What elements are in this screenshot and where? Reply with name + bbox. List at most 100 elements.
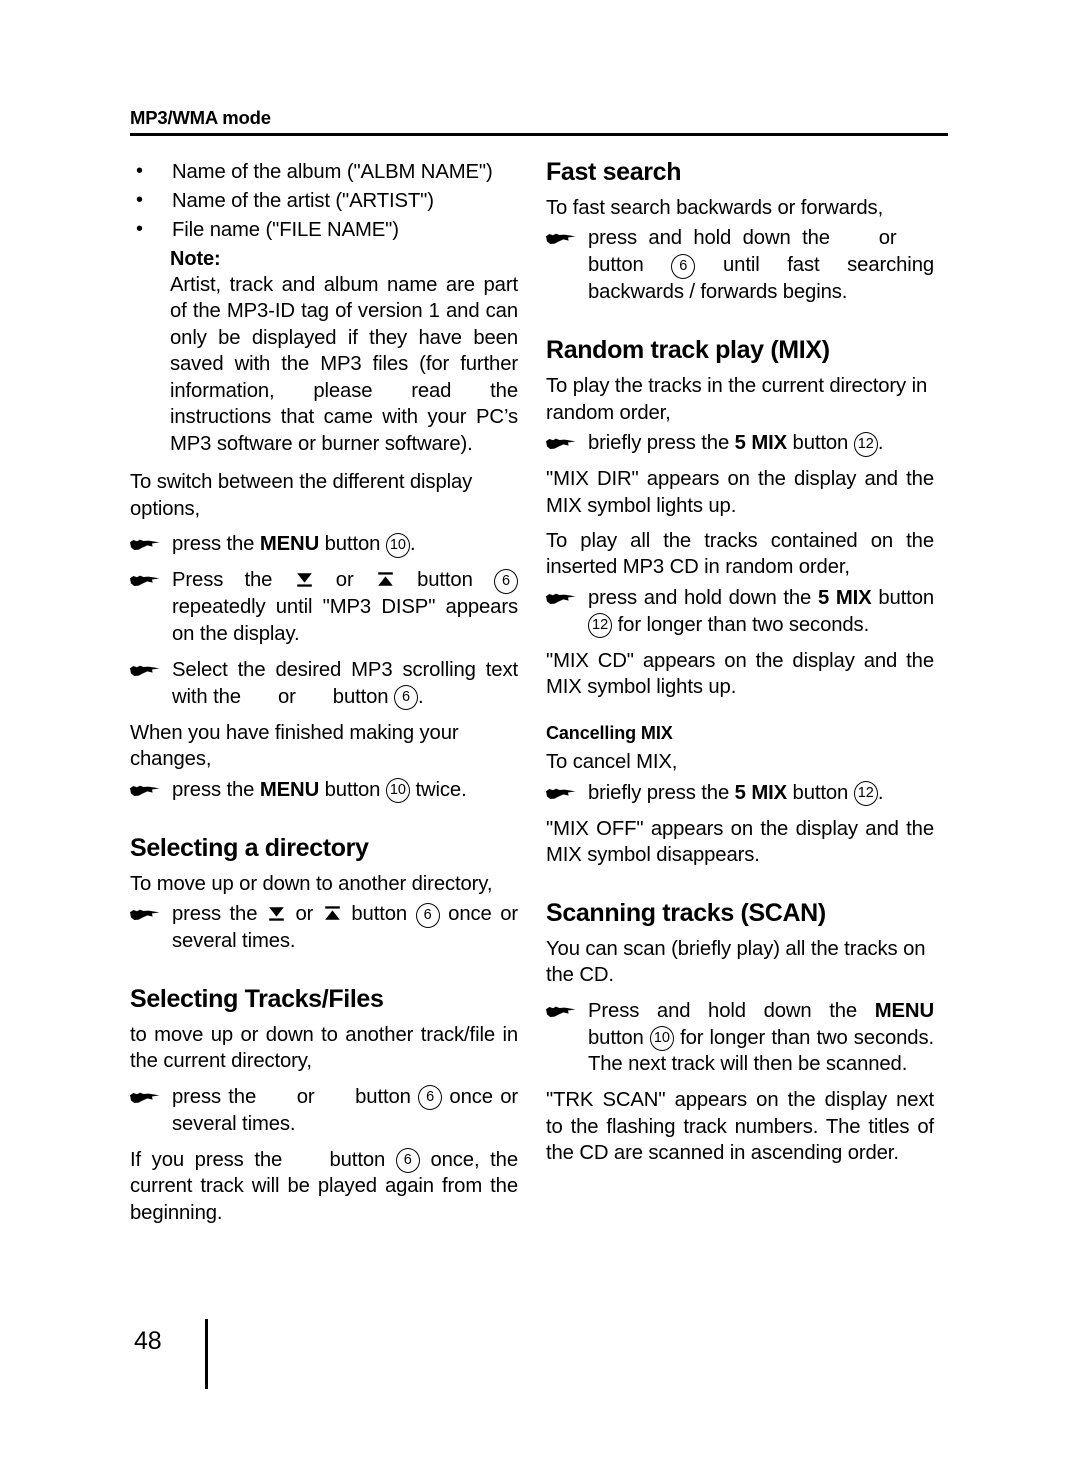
step-text-pre: press the	[172, 533, 260, 556]
pointing-hand-icon	[130, 574, 160, 588]
step-text-mid: button	[327, 685, 394, 708]
step-text-mid: button	[319, 778, 386, 801]
outro-text-pre: If you press the	[130, 1148, 293, 1171]
step-text-post: .	[877, 781, 884, 804]
menu-button-label: MENU	[259, 533, 320, 556]
step-text-post: .	[877, 432, 884, 455]
skip-down-icon	[295, 571, 314, 588]
step-text-mid: button	[395, 569, 494, 592]
step-text-mid: button	[588, 254, 672, 277]
step-text-post: twice.	[409, 778, 467, 801]
callout-number-12: 12	[853, 431, 878, 457]
step-press-menu-twice: press the MENU button 10 twice.	[130, 777, 518, 804]
mix-button-label: 5 MIX	[734, 781, 788, 804]
pointing-hand-icon	[546, 437, 576, 451]
callout-number-6: 6	[494, 568, 518, 594]
step-text-mid: button	[342, 903, 416, 926]
step-text-mid: button	[871, 586, 935, 609]
step-text-or: or	[289, 1085, 322, 1108]
outro-text-mid: button	[318, 1148, 396, 1171]
step-text-or: or	[314, 569, 375, 592]
callout-number-12: 12	[853, 781, 878, 807]
pointing-hand-icon	[130, 664, 160, 678]
selecting-tracks-outro: If you press the button 6 once, the curr…	[130, 1147, 518, 1226]
step-scan-tracks: Press and hold down the MENU button 10 f…	[546, 998, 934, 1079]
step-press-updown-mp3disp: Press the or button 6 repeatedly until "…	[130, 567, 518, 648]
menu-button-label: MENU	[259, 778, 320, 801]
random-play-result-2: "MIX CD" appears on the display and the …	[546, 649, 934, 699]
skip-down-icon	[267, 905, 286, 922]
fast-search-intro: To fast search backwards or forwards,	[546, 197, 884, 219]
cancelling-mix-result: "MIX OFF" appears on the display and the…	[546, 817, 934, 867]
step-text-mid: button	[787, 432, 854, 455]
page-number: 48	[134, 1327, 162, 1355]
page-header-title: MP3/WMA mode	[130, 107, 271, 128]
pointing-hand-icon	[130, 1091, 160, 1105]
heading-fast-search: Fast search	[546, 158, 682, 186]
step-fast-search: press and hold down the or button 6 unti…	[546, 225, 934, 306]
mix-button-label: 5 MIX	[734, 432, 788, 455]
list-item: • Name of the album ("ALBM NAME")	[130, 158, 518, 186]
step-text-pre: Press and hold down the	[588, 999, 875, 1022]
left-column: • Name of the album ("ALBM NAME") • Name…	[130, 158, 518, 1235]
pointing-hand-icon	[130, 908, 160, 922]
pointing-hand-icon	[546, 232, 576, 246]
display-fields-list: • Name of the album ("ALBM NAME") • Name…	[130, 158, 518, 244]
pointing-hand-icon	[130, 538, 160, 552]
pointing-hand-icon	[546, 1005, 576, 1019]
step-text-mid: button	[347, 1085, 419, 1108]
list-item-label: Name of the album ("ALBM NAME")	[172, 161, 493, 183]
page-footer: 48	[130, 1307, 330, 1417]
step-text-mid: button	[319, 533, 386, 556]
step-text-pre: press and hold down the	[588, 227, 842, 250]
heading-selecting-a-directory: Selecting a directory	[130, 833, 369, 862]
callout-number-10: 10	[385, 778, 410, 804]
list-item: • Name of the artist ("ARTIST")	[130, 187, 518, 215]
page-header: MP3/WMA mode	[130, 107, 948, 137]
cancelling-mix-intro: To cancel MIX,	[546, 751, 678, 774]
random-play-intro-1: To play the tracks in the current direct…	[546, 375, 928, 424]
note-label: Note:	[170, 248, 221, 270]
skip-up-icon	[376, 571, 395, 588]
step-text-mid: button	[787, 781, 854, 804]
callout-number-6: 6	[393, 685, 418, 711]
manual-page: MP3/WMA mode • Name of the album ("ALBM …	[0, 0, 1080, 1460]
step-text-pre: Press the	[172, 569, 294, 592]
callout-number-10: 10	[649, 1026, 674, 1052]
selecting-tracks-intro: to move up or down to another track/file…	[130, 1023, 518, 1073]
pointing-hand-icon	[546, 787, 576, 801]
callout-number-10: 10	[385, 532, 410, 558]
step-text-post: repeatedly until "MP3 DISP" appears on t…	[172, 596, 518, 646]
callout-number-6: 6	[671, 253, 696, 279]
step-hold-mix: press and hold down the 5 MIX button 12 …	[546, 585, 934, 639]
callout-number-6: 6	[395, 1148, 420, 1174]
step-text-pre: press the	[172, 778, 260, 801]
step-text-mid: button	[588, 1026, 650, 1049]
bullet-icon: •	[136, 159, 143, 182]
scanning-tracks-intro: You can scan (briefly play) all the trac…	[546, 937, 926, 987]
pointing-hand-icon	[546, 592, 576, 606]
pointing-hand-icon	[130, 784, 160, 798]
random-play-intro-2: To play all the tracks contained on the …	[546, 529, 934, 579]
mix-button-label: 5 MIX	[817, 586, 872, 609]
step-text-post: for longer than two seconds.	[612, 613, 870, 636]
header-rule	[130, 133, 948, 137]
display-options-intro: To switch between the different display …	[130, 471, 473, 520]
step-text-pre: press the	[172, 1085, 264, 1108]
step-select-track: press the or button 6 once or several ti…	[130, 1084, 518, 1138]
heading-scanning-tracks: Scanning tracks (SCAN)	[546, 898, 826, 927]
step-text-post: .	[409, 533, 416, 556]
random-play-result-1: "MIX DIR" appears on the display and the…	[546, 468, 934, 517]
step-text-or: or	[272, 685, 302, 708]
step-text-or: or	[867, 227, 909, 250]
list-item-label: File name ("FILE NAME")	[172, 219, 399, 241]
display-options-outro: When you have finished making your chang…	[130, 721, 459, 771]
skip-up-icon	[323, 905, 342, 922]
bullet-icon: •	[136, 217, 143, 240]
note-block: Note: Artist, track and album name are p…	[130, 248, 518, 457]
step-text-pre: press and hold down the	[588, 586, 818, 609]
note-body: Artist, track and album name are part of…	[170, 274, 518, 455]
list-item: • File name ("FILE NAME")	[130, 216, 518, 244]
scanning-tracks-result: "TRK SCAN" appears on the display next t…	[546, 1089, 934, 1165]
heading-selecting-tracks-files: Selecting Tracks/Files	[130, 984, 384, 1013]
